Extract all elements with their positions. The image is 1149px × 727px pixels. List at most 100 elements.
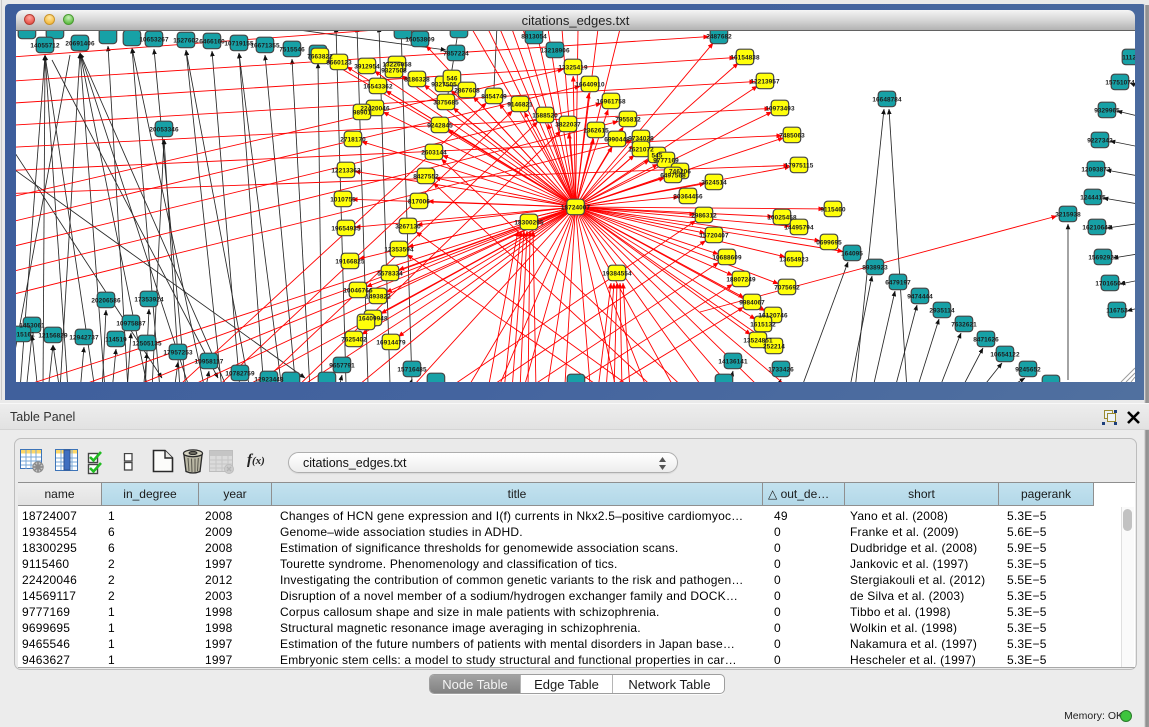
svg-text:3215938: 3215938 — [1055, 211, 1081, 218]
svg-text:8471626: 8471626 — [973, 336, 999, 343]
svg-text:16210643: 16210643 — [1082, 224, 1112, 231]
svg-text:164095: 164095 — [841, 250, 863, 257]
svg-text:10653267: 10653267 — [139, 36, 169, 43]
svg-text:2986312: 2986312 — [691, 212, 717, 219]
svg-text:2718170: 2718170 — [340, 136, 366, 143]
svg-text:13325419: 13325419 — [558, 64, 588, 71]
svg-text:16914479: 16914479 — [376, 339, 406, 346]
svg-text:9984067: 9984067 — [739, 299, 765, 306]
svg-text:9242845: 9242845 — [427, 122, 453, 129]
svg-text:18300295: 18300295 — [514, 219, 544, 226]
svg-text:817006: 817006 — [408, 198, 430, 205]
svg-text:1362615: 1362615 — [583, 127, 609, 134]
svg-text:12213957: 12213957 — [750, 78, 780, 85]
svg-text:1453061: 1453061 — [19, 322, 45, 329]
svg-text:1244415: 1244415 — [1080, 194, 1106, 201]
svg-text:9115460: 9115460 — [820, 206, 846, 213]
svg-text:7632621: 7632621 — [951, 321, 977, 328]
svg-text:3267130: 3267130 — [395, 223, 421, 230]
svg-text:6990448: 6990448 — [604, 136, 630, 143]
svg-text:12353594: 12353594 — [384, 246, 414, 253]
svg-text:1010755: 1010755 — [330, 196, 356, 203]
svg-text:1588520: 1588520 — [532, 112, 558, 119]
svg-text:3375685: 3375685 — [433, 99, 459, 106]
svg-text:9227342: 9227342 — [1087, 137, 1113, 144]
svg-text:8454749: 8454749 — [481, 93, 507, 100]
svg-text:8186328: 8186328 — [404, 76, 430, 83]
svg-text:19384554: 19384554 — [602, 270, 632, 277]
svg-text:10782759: 10782759 — [225, 370, 255, 377]
svg-text:13654923: 13654923 — [779, 256, 809, 263]
svg-text:7955812: 7955812 — [615, 116, 641, 123]
svg-text:17957253: 17957253 — [163, 349, 193, 356]
svg-text:12213363: 12213363 — [331, 167, 361, 174]
svg-text:17975115: 17975115 — [785, 162, 814, 169]
svg-text:1527602: 1527602 — [173, 37, 199, 44]
svg-text:3624514: 3624514 — [701, 179, 727, 186]
svg-text:114519: 114519 — [105, 336, 127, 343]
svg-text:10975887: 10975887 — [116, 320, 146, 327]
svg-text:3912954: 3912954 — [354, 63, 380, 70]
svg-text:12505135: 12505135 — [132, 340, 162, 347]
svg-text:18724007: 18724007 — [561, 204, 591, 211]
svg-text:1615132: 1615132 — [750, 321, 776, 328]
svg-text:15692921: 15692921 — [1088, 254, 1118, 261]
svg-text:8660123: 8660123 — [326, 59, 352, 66]
svg-text:1621072: 1621072 — [628, 146, 654, 153]
svg-text:17016504: 17016504 — [1095, 280, 1125, 287]
svg-text:6466160: 6466160 — [199, 38, 225, 45]
svg-text:10688609: 10688609 — [712, 254, 742, 261]
svg-text:17353924: 17353924 — [134, 296, 164, 303]
svg-text:11123: 11123 — [1122, 54, 1135, 61]
svg-text:0699695: 0699695 — [816, 239, 842, 246]
svg-text:9327508: 9327508 — [381, 67, 407, 74]
svg-text:2487682: 2487682 — [706, 33, 732, 40]
svg-text:20691406: 20691406 — [65, 40, 95, 47]
svg-text:12923448: 12923448 — [254, 376, 284, 382]
svg-text:546: 546 — [447, 75, 458, 82]
svg-text:9474444: 9474444 — [907, 293, 933, 300]
svg-text:3915161: 3915161 — [16, 331, 35, 338]
svg-text:12093872: 12093872 — [1081, 166, 1111, 173]
svg-text:13218906: 13218906 — [540, 47, 570, 54]
svg-text:12942737: 12942737 — [69, 334, 99, 341]
svg-text:14055712: 14055712 — [30, 42, 60, 49]
svg-text:2603144: 2603144 — [421, 149, 447, 156]
svg-text:9777169: 9777169 — [653, 157, 679, 164]
svg-text:19166825: 19166825 — [335, 258, 365, 265]
svg-text:16120746: 16120746 — [758, 312, 788, 319]
svg-text:10025458: 10025458 — [767, 214, 797, 221]
svg-text:16154838: 16154838 — [730, 54, 760, 61]
svg-text:116753: 116753 — [1106, 307, 1128, 314]
svg-text:6479197: 6479197 — [885, 279, 911, 286]
svg-text:16543362: 16543362 — [363, 83, 393, 90]
svg-text:15751074: 15751074 — [1105, 79, 1135, 86]
svg-text:16640910: 16640910 — [575, 81, 605, 88]
svg-text:252214: 252214 — [763, 343, 785, 350]
svg-text:2867608: 2867608 — [454, 87, 480, 94]
svg-text:5578334: 5578334 — [377, 270, 403, 277]
svg-text:7075692: 7075692 — [774, 284, 800, 291]
svg-text:7625402: 7625402 — [341, 336, 367, 343]
svg-text:12156829: 12156829 — [38, 332, 68, 339]
svg-text:16671355: 16671355 — [250, 42, 280, 49]
svg-text:9146821: 9146821 — [507, 101, 533, 108]
svg-text:16961758: 16961758 — [596, 98, 626, 105]
svg-text:6497568: 6497568 — [660, 172, 686, 179]
svg-text:20206586: 20206586 — [91, 297, 121, 304]
svg-text:1493822: 1493822 — [365, 293, 391, 300]
svg-text:7485063: 7485063 — [779, 132, 805, 139]
svg-text:10654122: 10654122 — [990, 351, 1020, 358]
svg-text:9657791: 9657791 — [329, 362, 355, 369]
svg-text:20053346: 20053346 — [149, 126, 179, 133]
svg-text:15720407: 15720407 — [699, 232, 729, 239]
svg-text:7857224: 7857224 — [443, 50, 469, 57]
svg-text:10973493: 10973493 — [765, 105, 795, 112]
svg-text:15716485: 15716485 — [397, 366, 427, 373]
svg-text:8938923: 8938923 — [862, 264, 888, 271]
svg-text:20364456: 20364456 — [673, 193, 703, 200]
svg-text:98901: 98901 — [353, 109, 372, 116]
svg-text:9329965: 9329965 — [1094, 107, 1120, 114]
svg-text:10958117: 10958117 — [195, 358, 224, 365]
svg-text:9245652: 9245652 — [1015, 366, 1041, 373]
